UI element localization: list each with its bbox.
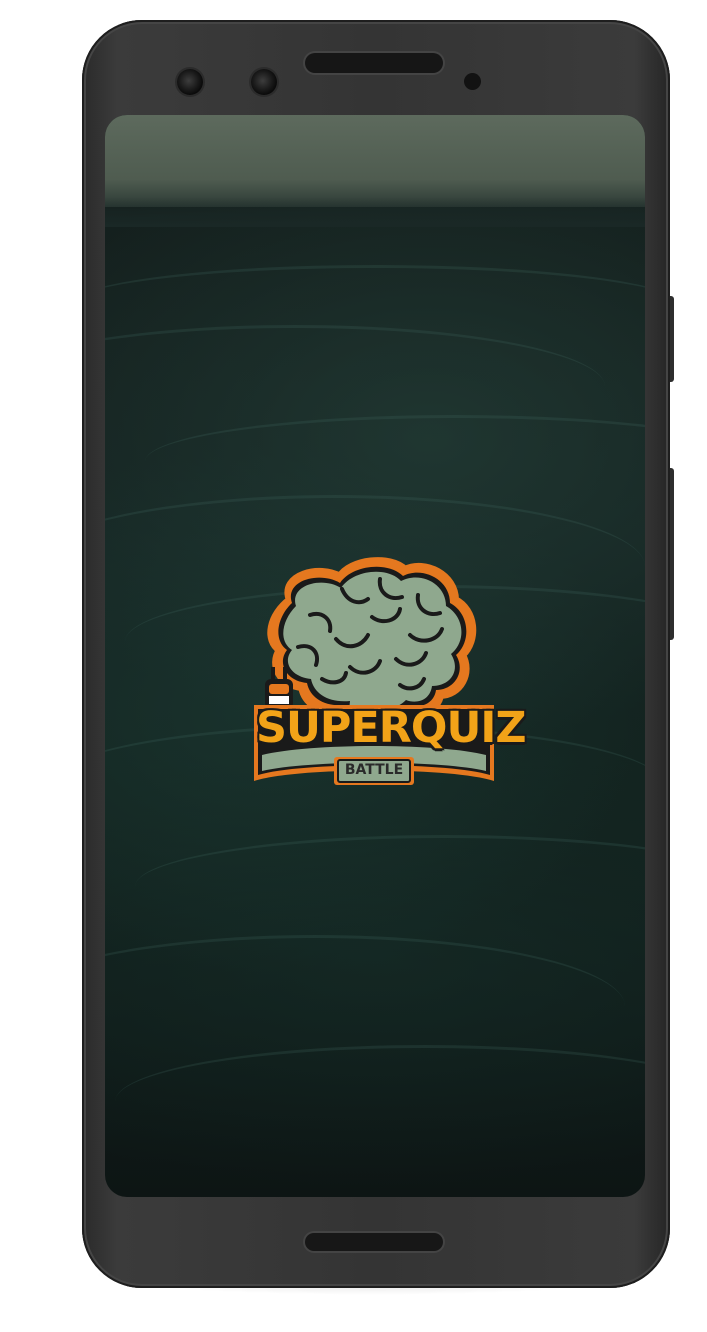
brain-logo-icon — [254, 557, 494, 785]
earpiece-speaker — [305, 53, 443, 73]
background-horizon — [105, 197, 645, 227]
device-mockup: SUPERQUIZ BATTLE — [0, 0, 707, 1332]
app-logo: SUPERQUIZ BATTLE — [250, 555, 527, 795]
front-camera-icon — [177, 69, 203, 95]
proximity-sensor — [464, 73, 481, 90]
bottom-speaker — [305, 1233, 443, 1251]
secondary-camera-icon — [251, 69, 277, 95]
background-sky — [105, 115, 645, 207]
wave-line — [135, 835, 645, 938]
app-subtitle: BATTLE — [344, 762, 404, 778]
app-title: SUPERQUIZ — [256, 703, 527, 753]
